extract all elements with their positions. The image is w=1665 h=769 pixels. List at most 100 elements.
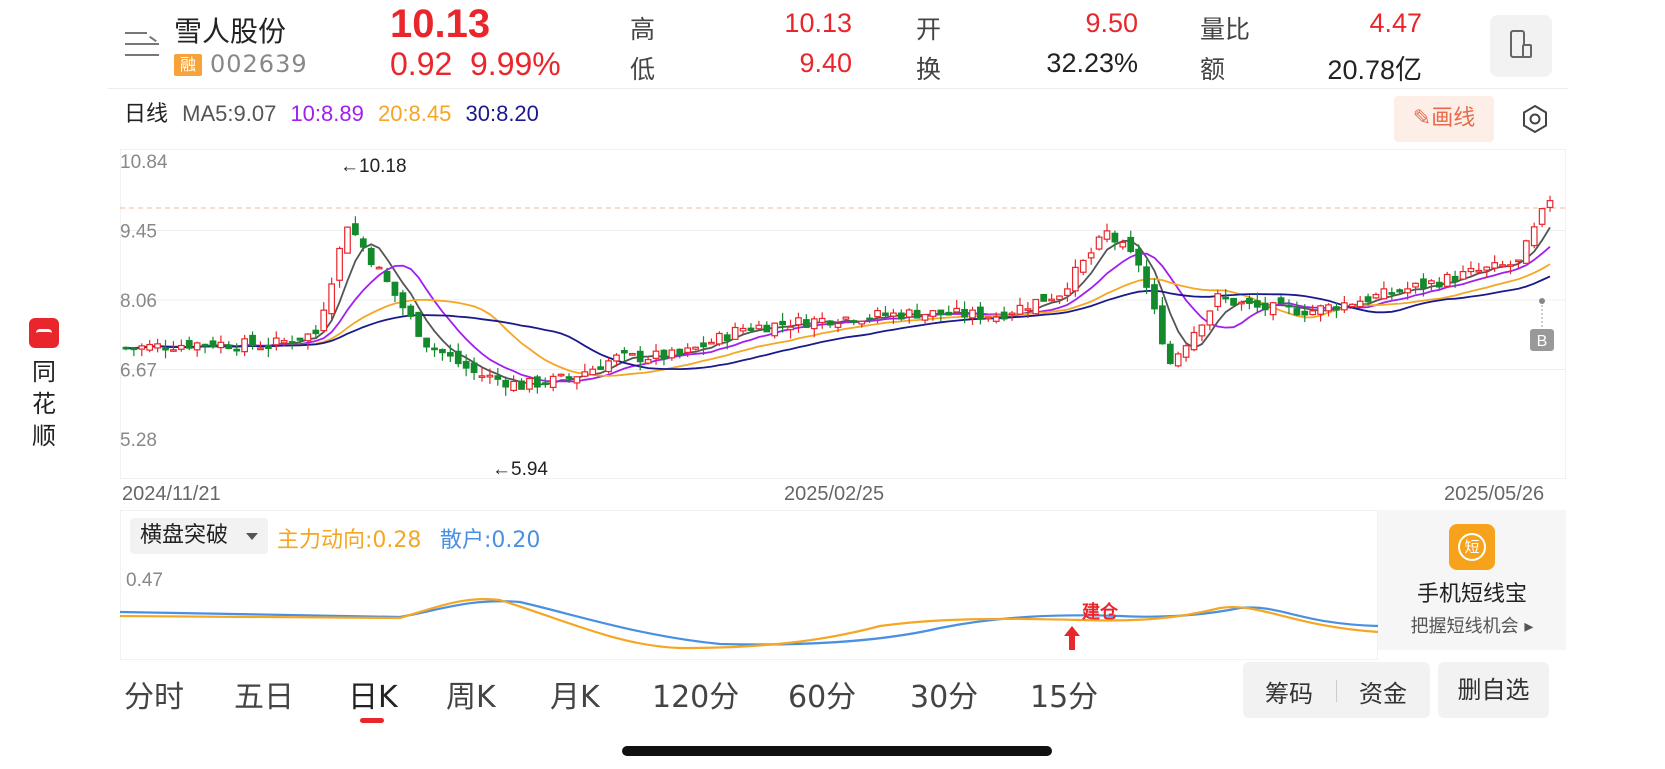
remove-watchlist-button[interactable]: 删自选	[1438, 662, 1549, 718]
candle-body	[130, 347, 138, 351]
candle-body	[344, 226, 351, 254]
candle	[1048, 293, 1055, 302]
candle-body	[1190, 331, 1198, 351]
candle	[1079, 259, 1087, 276]
candle-body	[1372, 293, 1380, 299]
low-label: 低	[630, 55, 656, 84]
candle-body	[526, 377, 533, 390]
candle-body	[185, 340, 193, 349]
settings-icon[interactable]	[1520, 104, 1550, 134]
candle-body	[779, 320, 786, 326]
candle-body	[146, 343, 154, 351]
candle-body	[660, 349, 668, 360]
candle	[1538, 207, 1546, 228]
candle-body	[1340, 302, 1348, 311]
tablet-icon	[1522, 44, 1532, 58]
candle	[344, 226, 351, 254]
candle	[549, 373, 557, 392]
draw-line-button[interactable]: ✎画线	[1394, 96, 1494, 142]
indicator-chart[interactable]: 0.47 建仓	[120, 560, 1378, 660]
candle	[1190, 326, 1198, 352]
candle	[146, 340, 154, 353]
candle-body	[969, 309, 976, 319]
candle-body	[1507, 264, 1514, 267]
money-button[interactable]: 资金	[1359, 674, 1407, 709]
candle-body	[1143, 266, 1150, 288]
candle	[375, 265, 383, 270]
stock-name: 雪人股份	[174, 15, 287, 48]
short-line-promo[interactable]: 短 手机短线宝 把握短线机会 ▸	[1378, 510, 1566, 650]
chip-button[interactable]: 筹码	[1265, 674, 1313, 709]
candle-body	[1127, 236, 1135, 252]
candle-body	[1095, 236, 1103, 250]
volume-ratio-value: 4.47	[1369, 8, 1422, 38]
candle	[771, 322, 779, 339]
home-indicator[interactable]	[622, 746, 1052, 756]
candle	[739, 324, 747, 334]
tab-intraday[interactable]: 分时	[124, 672, 184, 716]
candle	[1443, 271, 1451, 288]
candle-body	[533, 376, 541, 388]
candle-body	[320, 309, 328, 332]
tab-30min[interactable]: 30分	[910, 672, 978, 716]
tab-15min[interactable]: 15分	[1030, 672, 1098, 716]
build-position-label: 建仓	[1082, 601, 1119, 623]
candle-body	[1522, 240, 1530, 264]
screen-switch-button[interactable]	[1490, 15, 1552, 77]
candle	[1000, 306, 1008, 322]
candle-body	[470, 362, 478, 374]
candle-body	[668, 349, 676, 359]
kline-chart[interactable]: 10.84 9.45 8.06 6.67 5.28 ←10.18 ←5.94 B	[120, 149, 1566, 479]
candle-body	[921, 313, 929, 321]
y-tick-label: 8.06	[120, 291, 157, 312]
candle-body	[589, 368, 597, 376]
candle-body	[423, 337, 430, 348]
menu-icon[interactable]	[125, 30, 159, 58]
candle	[352, 216, 359, 236]
candle	[589, 365, 597, 376]
candle-body	[1166, 343, 1174, 364]
candle	[122, 346, 130, 351]
candle-body	[1008, 312, 1016, 316]
candle-body	[787, 326, 794, 331]
candle	[541, 377, 549, 388]
price-change-percent: 9.99%	[470, 46, 561, 82]
tab-120min[interactable]: 120分	[652, 672, 739, 716]
build-position-signal[interactable]: 建仓	[1064, 601, 1119, 650]
promo-subtitle: 把握短线机会 ▸	[1410, 616, 1534, 637]
brand-char-3: 顺	[32, 422, 56, 450]
candle	[605, 357, 612, 374]
candle-body	[755, 324, 763, 330]
candle	[518, 378, 525, 390]
candle	[715, 331, 723, 347]
indicator-selector[interactable]: 横盘突破	[130, 518, 268, 554]
tab-daily-k[interactable]: 日K	[348, 672, 398, 716]
candle	[1317, 304, 1324, 322]
tab-weekly-k[interactable]: 周K	[446, 672, 496, 716]
candle	[795, 312, 802, 333]
candle	[708, 338, 715, 345]
candle	[1111, 230, 1119, 251]
candle-body	[1435, 281, 1443, 288]
candle-body	[1174, 353, 1182, 367]
candle-body	[945, 311, 953, 316]
amount-label: 额	[1200, 55, 1226, 84]
candle-body	[1056, 295, 1063, 301]
tab-60min[interactable]: 60分	[788, 672, 856, 716]
tab-five-day[interactable]: 五日	[234, 672, 294, 716]
candle-body	[1396, 289, 1404, 293]
candle-body	[446, 352, 454, 357]
buy-signal-marker[interactable]: B	[1530, 298, 1554, 351]
candle	[1412, 282, 1419, 294]
tab-monthly-k[interactable]: 月K	[550, 672, 600, 716]
candle	[818, 312, 826, 329]
candle-body	[1499, 264, 1506, 267]
candle-body	[605, 360, 612, 373]
candle-body	[1428, 280, 1435, 285]
buy-signal-label: B	[1537, 333, 1548, 350]
candle	[913, 303, 921, 319]
candle	[288, 335, 296, 350]
candles	[122, 195, 1554, 396]
candle-body	[1538, 208, 1546, 225]
candle-body	[431, 347, 438, 351]
